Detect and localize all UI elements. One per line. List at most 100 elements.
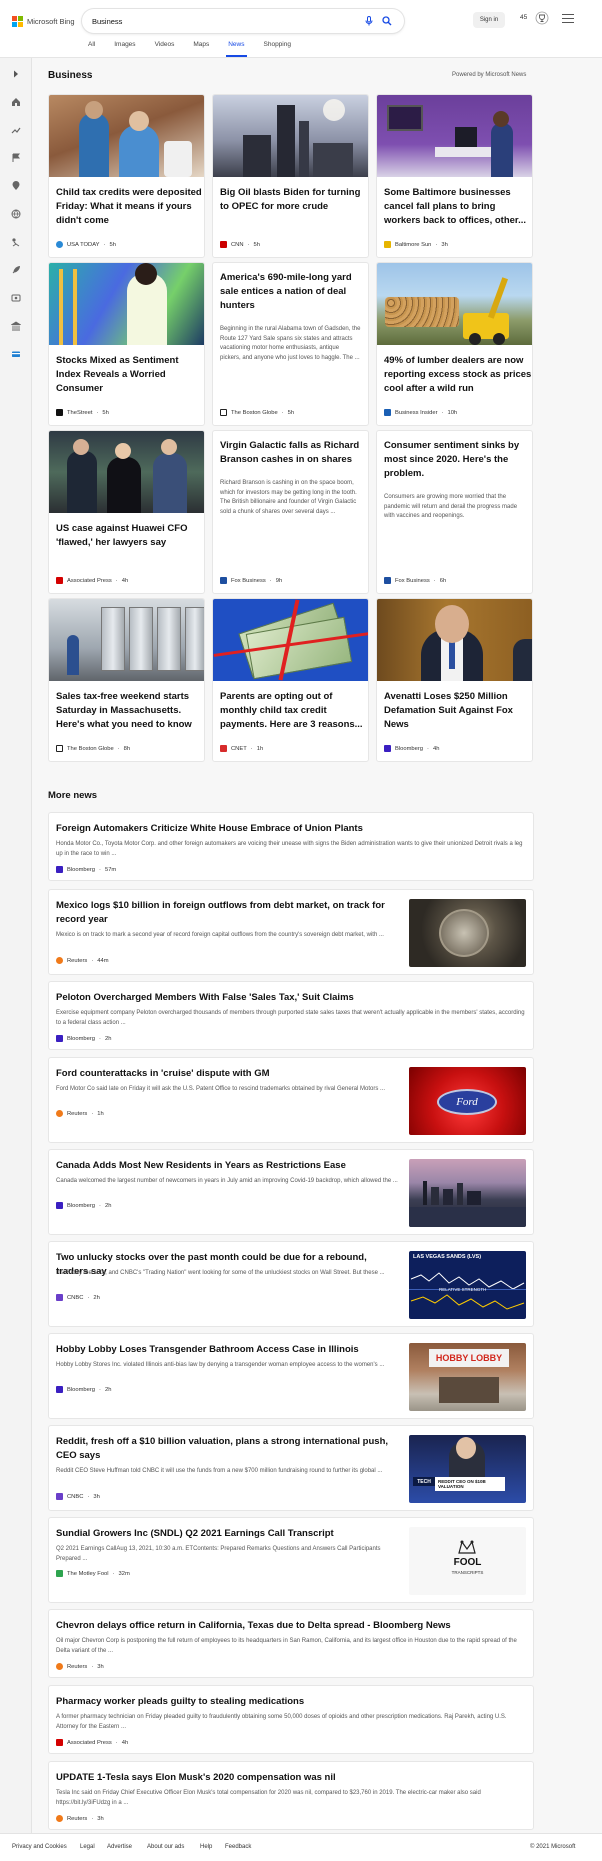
card-source[interactable]: Associated Press · 4h bbox=[56, 577, 128, 584]
news-card[interactable]: Virgin Galactic falls as Richard Branson… bbox=[212, 430, 369, 594]
rewards-trophy-icon[interactable] bbox=[535, 11, 549, 25]
card-title[interactable]: Big Oil blasts Biden for turning to OPEC… bbox=[220, 186, 368, 214]
row-source[interactable]: Bloomberg · 2h bbox=[56, 1035, 111, 1042]
footer-link-legal[interactable]: Legal bbox=[80, 1844, 95, 1850]
footer-link-help[interactable]: Help bbox=[200, 1844, 212, 1850]
card-source[interactable]: The Boston Globe · 8h bbox=[56, 745, 130, 752]
card-source[interactable]: Baltimore Sun · 3h bbox=[384, 241, 448, 248]
row-title[interactable]: Foreign Automakers Criticize White House… bbox=[56, 822, 526, 836]
business-card-icon[interactable] bbox=[10, 348, 22, 360]
news-card[interactable]: US case against Huawei CFO 'flawed,' her… bbox=[48, 430, 205, 594]
hamburger-menu-icon[interactable] bbox=[562, 14, 574, 24]
row-title[interactable]: Canada Adds Most New Residents in Years … bbox=[56, 1159, 401, 1173]
powered-by[interactable]: Powered by Microsoft News bbox=[452, 72, 526, 78]
news-row[interactable]: Pharmacy worker pleads guilty to stealin… bbox=[48, 1685, 534, 1754]
footer-link-feedback[interactable]: Feedback bbox=[225, 1844, 251, 1850]
rocket-icon[interactable] bbox=[10, 264, 22, 276]
row-title[interactable]: Chevron delays office return in Californ… bbox=[56, 1619, 526, 1633]
news-row[interactable]: Ford counterattacks in 'cruise' dispute … bbox=[48, 1057, 534, 1143]
news-row[interactable]: Reddit, fresh off a $10 billion valuatio… bbox=[48, 1425, 534, 1511]
expand-chevron-icon[interactable] bbox=[10, 68, 22, 80]
card-title[interactable]: Some Baltimore businesses cancel fall pl… bbox=[384, 186, 532, 228]
news-card[interactable]: Consumer sentiment sinks by most since 2… bbox=[376, 430, 533, 594]
search-input[interactable]: Business bbox=[92, 17, 362, 26]
row-source[interactable]: Bloomberg · 2h bbox=[56, 1386, 111, 1393]
card-title[interactable]: Stocks Mixed as Sentiment Index Reveals … bbox=[56, 354, 204, 396]
news-row[interactable]: Sundial Growers Inc (SNDL) Q2 2021 Earni… bbox=[48, 1517, 534, 1603]
news-row[interactable]: Foreign Automakers Criticize White House… bbox=[48, 812, 534, 881]
row-source[interactable]: Reuters · 3h bbox=[56, 1815, 104, 1822]
tab-shopping[interactable]: Shopping bbox=[264, 41, 291, 54]
card-source[interactable]: TheStreet · 5h bbox=[56, 409, 109, 416]
news-row[interactable]: Peloton Overcharged Members With False '… bbox=[48, 981, 534, 1050]
news-card[interactable]: Child tax credits were deposited Friday:… bbox=[48, 94, 205, 258]
row-title[interactable]: Ford counterattacks in 'cruise' dispute … bbox=[56, 1067, 401, 1081]
row-source[interactable]: The Motley Fool · 32m bbox=[56, 1570, 130, 1577]
news-row[interactable]: Chevron delays office return in Californ… bbox=[48, 1609, 534, 1678]
footer-link-advertise[interactable]: Advertise bbox=[107, 1844, 132, 1850]
card-source[interactable]: CNN · 5h bbox=[220, 241, 260, 248]
entertainment-icon[interactable] bbox=[10, 292, 22, 304]
card-title[interactable]: Virgin Galactic falls as Richard Branson… bbox=[220, 439, 368, 467]
card-title[interactable]: US case against Huawei CFO 'flawed,' her… bbox=[56, 522, 204, 550]
tab-maps[interactable]: Maps bbox=[193, 41, 209, 54]
globe-icon[interactable] bbox=[10, 208, 22, 220]
home-icon[interactable] bbox=[10, 96, 22, 108]
row-title[interactable]: Hobby Lobby Loses Transgender Bathroom A… bbox=[56, 1343, 401, 1357]
news-card[interactable]: Parents are opting out of monthly child … bbox=[212, 598, 369, 762]
row-source[interactable]: Reuters · 1h bbox=[56, 1110, 104, 1117]
news-card[interactable]: Avenatti Loses $250 Million Defamation S… bbox=[376, 598, 533, 762]
card-title[interactable]: Parents are opting out of monthly child … bbox=[220, 690, 368, 732]
row-title[interactable]: Sundial Growers Inc (SNDL) Q2 2021 Earni… bbox=[56, 1527, 401, 1541]
row-source[interactable]: CNBC · 2h bbox=[56, 1294, 100, 1301]
row-title[interactable]: UPDATE 1-Tesla says Elon Musk's 2020 com… bbox=[56, 1771, 526, 1785]
card-title[interactable]: America's 690-mile-long yard sale entice… bbox=[220, 271, 368, 313]
card-source[interactable]: The Boston Globe · 5h bbox=[220, 409, 294, 416]
flag-icon[interactable] bbox=[10, 152, 22, 164]
card-title[interactable]: Sales tax-free weekend starts Saturday i… bbox=[56, 690, 204, 732]
card-title[interactable]: Avenatti Loses $250 Million Defamation S… bbox=[384, 690, 532, 732]
sign-in-button[interactable]: Sign in bbox=[473, 12, 505, 28]
card-source[interactable]: Business Insider · 10h bbox=[384, 409, 457, 416]
card-source[interactable]: Fox Business · 9h bbox=[220, 577, 282, 584]
news-row[interactable]: Two unlucky stocks over the past month c… bbox=[48, 1241, 534, 1327]
tab-all[interactable]: All bbox=[88, 41, 95, 54]
row-source[interactable]: Bloomberg · 2h bbox=[56, 1202, 111, 1209]
tab-images[interactable]: Images bbox=[114, 41, 135, 54]
card-source[interactable]: Fox Business · 6h bbox=[384, 577, 446, 584]
news-card[interactable]: Big Oil blasts Biden for turning to OPEC… bbox=[212, 94, 369, 258]
location-pin-icon[interactable] bbox=[10, 180, 22, 192]
news-row[interactable]: Hobby Lobby Loses Transgender Bathroom A… bbox=[48, 1333, 534, 1419]
news-card[interactable]: Stocks Mixed as Sentiment Index Reveals … bbox=[48, 262, 205, 426]
search-icon[interactable] bbox=[380, 14, 394, 28]
row-source[interactable]: Reuters · 44m bbox=[56, 957, 109, 964]
news-card[interactable]: America's 690-mile-long yard sale entice… bbox=[212, 262, 369, 426]
news-row[interactable]: Mexico logs $10 billion in foreign outfl… bbox=[48, 889, 534, 975]
card-source[interactable]: USA TODAY · 5h bbox=[56, 241, 116, 248]
sports-icon[interactable] bbox=[10, 236, 22, 248]
card-title[interactable]: Consumer sentiment sinks by most since 2… bbox=[384, 439, 532, 481]
news-row[interactable]: UPDATE 1-Tesla says Elon Musk's 2020 com… bbox=[48, 1761, 534, 1830]
news-card[interactable]: Some Baltimore businesses cancel fall pl… bbox=[376, 94, 533, 258]
row-title[interactable]: Pharmacy worker pleads guilty to stealin… bbox=[56, 1695, 526, 1709]
tab-news[interactable]: News bbox=[226, 41, 247, 57]
search-box[interactable]: Business bbox=[82, 9, 404, 33]
row-source[interactable]: Associated Press · 4h bbox=[56, 1739, 128, 1746]
row-title[interactable]: Mexico logs $10 billion in foreign outfl… bbox=[56, 899, 401, 927]
rewards-points[interactable]: 45 bbox=[520, 14, 527, 21]
row-title[interactable]: Peloton Overcharged Members With False '… bbox=[56, 991, 526, 1005]
microphone-icon[interactable] bbox=[362, 14, 376, 28]
news-row[interactable]: Canada Adds Most New Residents in Years … bbox=[48, 1149, 534, 1235]
row-source[interactable]: Reuters · 3h bbox=[56, 1663, 104, 1670]
row-source[interactable]: Bloomberg · 57m bbox=[56, 866, 116, 873]
card-source[interactable]: CNET · 1h bbox=[220, 745, 263, 752]
card-title[interactable]: Child tax credits were deposited Friday:… bbox=[56, 186, 204, 228]
bing-logo[interactable]: Microsoft Bing bbox=[12, 15, 75, 27]
row-source[interactable]: CNBC · 3h bbox=[56, 1493, 100, 1500]
bank-icon[interactable] bbox=[10, 320, 22, 332]
trending-icon[interactable] bbox=[10, 124, 22, 136]
news-card[interactable]: 49% of lumber dealers are now reporting … bbox=[376, 262, 533, 426]
news-card[interactable]: Sales tax-free weekend starts Saturday i… bbox=[48, 598, 205, 762]
footer-link-privacy[interactable]: Privacy and Cookies bbox=[12, 1844, 67, 1850]
tab-videos[interactable]: Videos bbox=[155, 41, 175, 54]
